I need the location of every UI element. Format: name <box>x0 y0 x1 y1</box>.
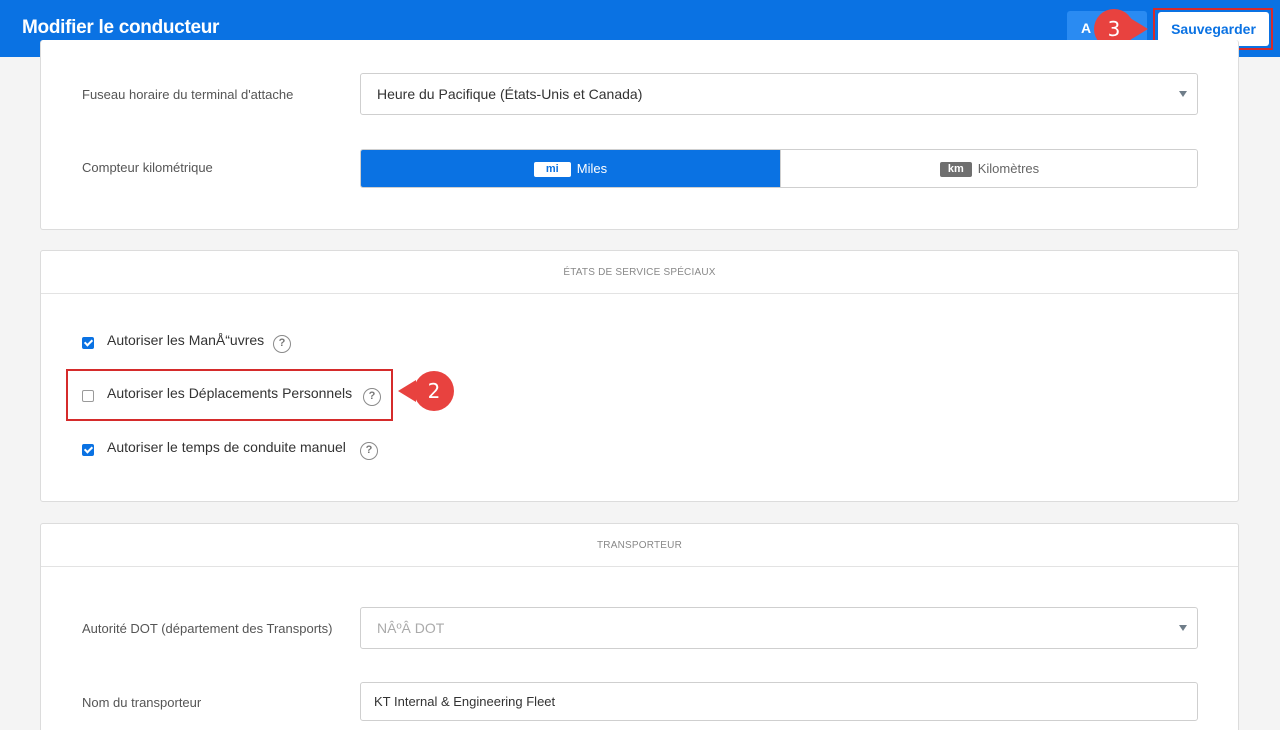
odometer-label: Compteur kilométrique <box>82 160 213 175</box>
dot-placeholder: NÂºÂ DOT <box>377 620 445 636</box>
yard-moves-label: Autoriser les ManÅ“uvres <box>107 332 265 348</box>
miles-badge: mi <box>533 162 571 177</box>
carrier-card: TRANSPORTEUR Autorité DOT (département d… <box>40 523 1239 730</box>
carrier-name-label: Nom du transporteur <box>82 695 202 710</box>
dot-authority-select[interactable]: NÂºÂ DOT <box>360 607 1198 649</box>
step-2-callout: 2 <box>395 371 460 411</box>
timezone-value: Heure du Pacifique (États-Unis et Canada… <box>377 86 643 102</box>
chevron-down-icon <box>1179 91 1187 97</box>
page-title: Modifier le conducteur <box>22 17 220 38</box>
yard-moves-row: Autoriser les ManÅ“uvres ? <box>82 332 322 356</box>
chevron-down-icon <box>1179 625 1187 631</box>
general-settings-card: Fuseau horaire du terminal d'attache Heu… <box>40 40 1239 230</box>
km-badge: km <box>939 162 972 177</box>
odometer-unit-toggle: mi Miles km Kilomètres <box>360 149 1198 188</box>
special-duty-heading: ÉTATS DE SERVICE SPÉCIAUX <box>41 251 1238 294</box>
personal-conveyance-highlight-box <box>66 369 393 421</box>
miles-label: Miles <box>576 161 608 176</box>
carrier-name-input[interactable]: KT Internal & Engineering Fleet <box>360 682 1198 721</box>
carrier-heading: TRANSPORTEUR <box>41 524 1238 567</box>
odometer-option-miles[interactable]: mi Miles <box>361 150 780 187</box>
timezone-select[interactable]: Heure du Pacifique (États-Unis et Canada… <box>360 73 1198 115</box>
step-number: 2 <box>414 371 454 411</box>
manual-drive-time-label: Autoriser le temps de conduite manuel <box>107 439 346 455</box>
help-icon[interactable]: ? <box>360 442 378 460</box>
manual-drive-time-checkbox[interactable] <box>82 444 94 456</box>
timezone-label: Fuseau horaire du terminal d'attache <box>82 87 294 102</box>
odometer-option-kilometers[interactable]: km Kilomètres <box>780 150 1197 187</box>
help-icon[interactable]: ? <box>273 335 291 353</box>
manual-drive-time-row: Autoriser le temps de conduite manuel ? <box>82 439 402 463</box>
kilometers-label: Kilomètres <box>977 161 1040 176</box>
dot-authority-label: Autorité DOT (département des Transports… <box>82 621 333 636</box>
yard-moves-checkbox[interactable] <box>82 337 94 349</box>
